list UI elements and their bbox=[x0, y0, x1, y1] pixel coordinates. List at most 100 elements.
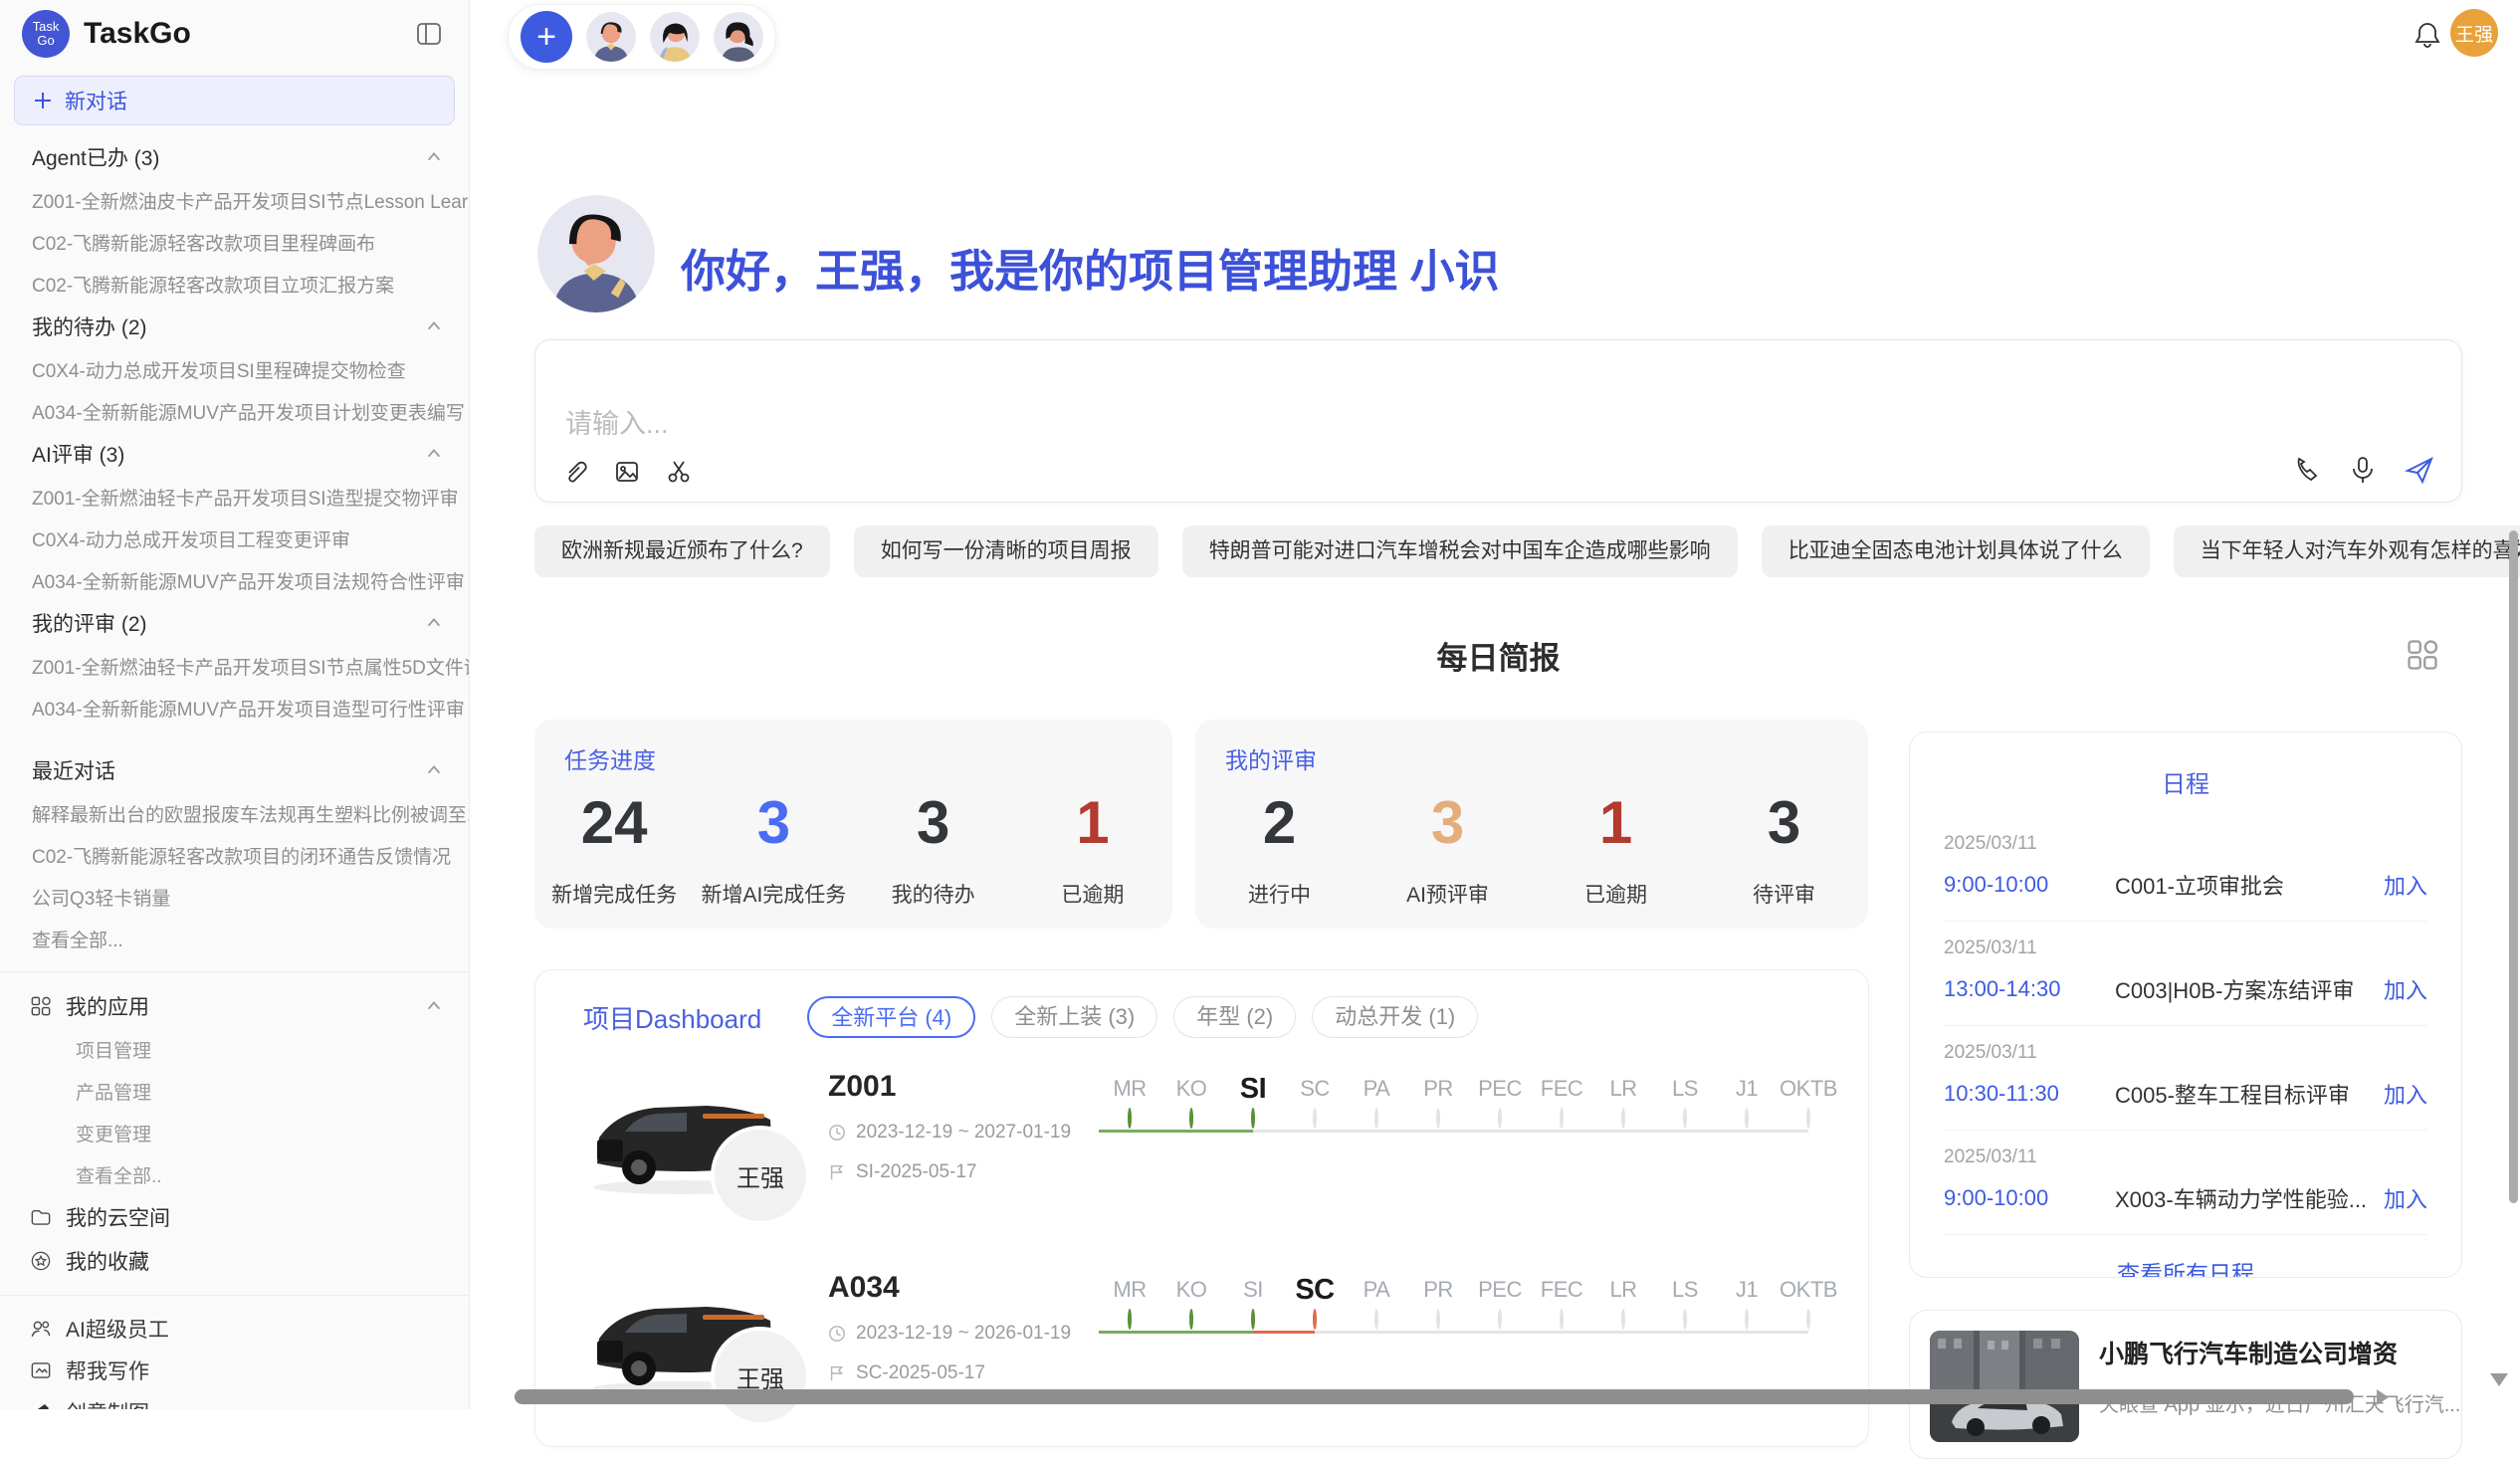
sidebar-task-item[interactable]: Z001-全新燃油皮卡产品开发项目SI节点Lesson Learn报告 bbox=[0, 179, 469, 221]
milestone-node[interactable] bbox=[1621, 1108, 1625, 1129]
notification-bell-icon[interactable] bbox=[2413, 20, 2442, 50]
milestone-node[interactable] bbox=[1313, 1108, 1317, 1129]
milestone-node[interactable] bbox=[1498, 1108, 1502, 1129]
stat-overdue[interactable]: 1 已逾期 bbox=[1013, 793, 1172, 909]
sidebar-item-cloud-space[interactable]: 我的云空间 bbox=[0, 1195, 469, 1239]
milestone-node[interactable] bbox=[1128, 1309, 1132, 1330]
sidebar-task-item[interactable]: C02-飞腾新能源轻客改款项目里程碑画布 bbox=[0, 221, 469, 263]
stat-overdue[interactable]: 1 已逾期 bbox=[1532, 793, 1700, 909]
milestone-node[interactable] bbox=[1498, 1309, 1502, 1330]
sidebar-task-item[interactable]: A034-全新新能源MUV产品开发项目计划变更表编写 bbox=[0, 390, 469, 432]
layout-grid-icon[interactable] bbox=[2405, 637, 2440, 673]
milestone-node[interactable] bbox=[1189, 1108, 1193, 1129]
sidebar-item-favorites[interactable]: 我的收藏 bbox=[0, 1239, 469, 1283]
milestone-node[interactable] bbox=[1683, 1309, 1687, 1330]
sidebar-task-item[interactable]: Z001-全新燃油轻卡产品开发项目SI节点属性5D文件评审 bbox=[0, 645, 469, 687]
phone-call-icon[interactable] bbox=[2292, 455, 2322, 485]
milestone-node[interactable] bbox=[1683, 1108, 1687, 1129]
milestone-node[interactable] bbox=[1806, 1309, 1810, 1330]
join-link[interactable]: 加入 bbox=[2384, 1182, 2427, 1214]
avatar[interactable] bbox=[586, 12, 636, 62]
recent-chat-item[interactable]: 公司Q3轻卡销量 bbox=[0, 876, 469, 918]
sidebar-task-item[interactable]: C02-飞腾新能源轻客改款项目立项汇报方案 bbox=[0, 263, 469, 305]
milestone-node[interactable] bbox=[1560, 1309, 1564, 1330]
section-recent-chats[interactable]: 最近对话 bbox=[0, 748, 469, 792]
chat-input[interactable]: 请输入... bbox=[534, 339, 2462, 503]
view-all-chats-link[interactable]: 查看全部... bbox=[0, 918, 469, 959]
suggestion-chip[interactable]: 当下年轻人对汽车外观有怎样的喜好趋势 bbox=[2174, 525, 2520, 577]
join-link[interactable]: 加入 bbox=[2384, 1078, 2427, 1110]
join-link[interactable]: 加入 bbox=[2384, 869, 2427, 901]
sidebar-task-item[interactable]: C0X4-动力总成开发项目工程变更评审 bbox=[0, 518, 469, 559]
news-card[interactable]: 小鹏飞行汽车制造公司增资 天眼查 App 显示，近日广州汇天飞行汽... bbox=[1909, 1310, 2462, 1459]
stat-in-progress[interactable]: 2 进行中 bbox=[1195, 793, 1364, 909]
milestone-node[interactable] bbox=[1560, 1108, 1564, 1129]
tab-new-body[interactable]: 全新上装 (3) bbox=[991, 996, 1157, 1038]
project-row[interactable]: 王强 Z001 2023-12-19 ~ 2027-01-19 SI-2025-… bbox=[535, 1038, 1868, 1213]
view-all-apps-link[interactable]: 查看全部.. bbox=[0, 1153, 469, 1195]
section-my-review[interactable]: 我的评审 (2) bbox=[0, 601, 469, 645]
app-item-project-mgmt[interactable]: 项目管理 bbox=[0, 1028, 469, 1070]
stat-my-todo[interactable]: 3 我的待办 bbox=[854, 793, 1013, 909]
schedule-item[interactable]: 2025/03/11 13:00-14:30 C003|H0B-方案冻结评审 加… bbox=[1944, 921, 2427, 1025]
project-row[interactable]: 王强 A034 2023-12-19 ~ 2026-01-19 SC-2025-… bbox=[535, 1239, 1868, 1414]
tab-powertrain[interactable]: 动总开发 (1) bbox=[1312, 996, 1478, 1038]
milestone-node[interactable] bbox=[1374, 1309, 1378, 1330]
add-session-button[interactable]: + bbox=[521, 11, 572, 63]
schedule-item[interactable]: 2025/03/11 9:00-10:00 X003-车辆动力学性能验... 加… bbox=[1944, 1130, 2427, 1234]
milestone-node[interactable] bbox=[1436, 1108, 1440, 1129]
milestone-node[interactable] bbox=[1251, 1309, 1255, 1330]
sidebar-task-item[interactable]: Z001-全新燃油轻卡产品开发项目SI造型提交物评审 bbox=[0, 476, 469, 518]
scroll-down-arrow-icon[interactable] bbox=[2490, 1373, 2508, 1386]
milestone-node[interactable] bbox=[1436, 1309, 1440, 1330]
collapse-panel-icon[interactable] bbox=[415, 20, 443, 48]
microphone-icon[interactable] bbox=[2348, 455, 2378, 485]
suggestion-chip[interactable]: 如何写一份清晰的项目周报 bbox=[854, 525, 1158, 577]
app-item-product-mgmt[interactable]: 产品管理 bbox=[0, 1070, 469, 1112]
suggestion-chip[interactable]: 比亚迪全固态电池计划具体说了什么 bbox=[1762, 525, 2150, 577]
scissors-icon[interactable] bbox=[665, 458, 693, 486]
milestone-node[interactable] bbox=[1745, 1309, 1749, 1330]
scroll-right-arrow-icon[interactable] bbox=[2377, 1389, 2389, 1405]
section-agent-done[interactable]: Agent已办 (3) bbox=[0, 135, 469, 179]
milestone-node[interactable] bbox=[1128, 1108, 1132, 1129]
milestone-node[interactable] bbox=[1621, 1309, 1625, 1330]
sidebar-item-ai-super-staff[interactable]: AI超级员工 bbox=[0, 1308, 469, 1350]
milestone-node[interactable] bbox=[1374, 1108, 1378, 1129]
section-my-apps[interactable]: 我的应用 bbox=[0, 984, 469, 1028]
stat-new-done[interactable]: 24 新增完成任务 bbox=[534, 793, 694, 909]
sidebar-item-help-me-write[interactable]: 帮我写作 bbox=[0, 1350, 469, 1391]
new-chat-button[interactable]: 新对话 bbox=[14, 76, 455, 125]
join-link[interactable]: 加入 bbox=[2384, 973, 2427, 1005]
suggestion-chip[interactable]: 特朗普可能对进口汽车增税会对中国车企造成哪些影响 bbox=[1182, 525, 1738, 577]
stat-pending-review[interactable]: 3 待评审 bbox=[1700, 793, 1868, 909]
milestone-node[interactable] bbox=[1189, 1309, 1193, 1330]
horizontal-scrollbar[interactable] bbox=[515, 1389, 2354, 1404]
avatar[interactable] bbox=[714, 12, 763, 62]
tab-new-platform[interactable]: 全新平台 (4) bbox=[807, 996, 975, 1038]
stat-ai-prereview[interactable]: 3 AI预评审 bbox=[1364, 793, 1532, 909]
sidebar-task-item[interactable]: A034-全新新能源MUV产品开发项目法规符合性评审 bbox=[0, 559, 469, 601]
sidebar-task-item[interactable]: C0X4-动力总成开发项目SI里程碑提交物检查 bbox=[0, 348, 469, 390]
send-icon[interactable] bbox=[2404, 454, 2435, 486]
schedule-item[interactable]: 2025/03/11 10:30-11:30 C005-整车工程目标评审 加入 bbox=[1944, 1025, 2427, 1130]
user-avatar[interactable]: 王强 bbox=[2450, 9, 2498, 57]
recent-chat-item[interactable]: C02-飞腾新能源轻客改款项目的闭环通告反馈情况 bbox=[0, 834, 469, 876]
milestone-node[interactable] bbox=[1745, 1108, 1749, 1129]
recent-chat-item[interactable]: 解释最新出台的欧盟报废车法规再生塑料比例被调至15%... bbox=[0, 792, 469, 834]
vertical-scrollbar[interactable] bbox=[2509, 530, 2518, 1203]
image-upload-icon[interactable] bbox=[613, 458, 641, 486]
milestone-node[interactable] bbox=[1806, 1108, 1810, 1129]
attachment-icon[interactable] bbox=[561, 458, 589, 486]
tab-model-year[interactable]: 年型 (2) bbox=[1173, 996, 1296, 1038]
milestone-node-overdue[interactable] bbox=[1313, 1309, 1317, 1330]
schedule-item[interactable]: 2025/03/11 9:00-10:00 C001-立项审批会 加入 bbox=[1944, 817, 2427, 921]
sidebar-task-item[interactable]: A034-全新新能源MUV产品开发项目造型可行性评审 bbox=[0, 687, 469, 729]
suggestion-chip[interactable]: 欧洲新规最近颁布了什么? bbox=[534, 525, 830, 577]
app-item-change-mgmt[interactable]: 变更管理 bbox=[0, 1112, 469, 1153]
milestone-node[interactable] bbox=[1251, 1108, 1255, 1129]
section-my-todo[interactable]: 我的待办 (2) bbox=[0, 305, 469, 348]
view-all-schedule-link[interactable]: 查看所有日程 bbox=[1944, 1234, 2427, 1278]
stat-new-ai-done[interactable]: 3 新增AI完成任务 bbox=[694, 793, 853, 909]
section-ai-review[interactable]: AI评审 (3) bbox=[0, 432, 469, 476]
